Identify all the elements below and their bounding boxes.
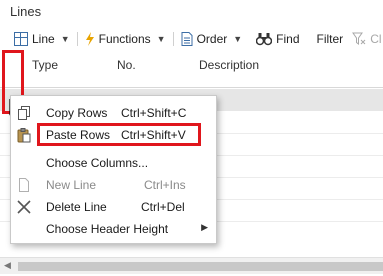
copy-icon [18,106,30,120]
column-header-type[interactable]: Type [32,58,58,72]
filter-label: Filter [316,32,344,46]
column-header-row: Type No. Description [0,52,383,88]
line-label: Line [32,32,55,46]
order-menu-button[interactable]: Order ▼ [181,26,243,52]
copy-rows-label: Copy Rows [46,106,108,120]
delete-x-icon [17,200,31,214]
toolbar-separator [172,32,174,46]
panel-title: Lines [10,4,42,19]
find-button[interactable]: Find [256,26,300,52]
chevron-down-icon: ▼ [156,34,166,44]
grid-icon [14,32,28,46]
choose-header-height-label: Choose Header Height [46,222,169,236]
binoculars-icon [256,33,273,46]
toolbar: Line ▼ Functions ▼ Order ▼ Find Filter C… [0,26,383,52]
column-header-no[interactable]: No. [117,58,136,72]
line-menu-button[interactable]: Line ▼ [14,26,70,52]
functions-label: Functions [98,32,151,46]
new-line-shortcut: Ctrl+Ins [144,178,186,192]
submenu-arrow-icon: ▶ [201,222,208,232]
paste-rows-highlight [37,123,201,146]
scrollbar-thumb[interactable] [18,262,383,271]
scroll-left-icon[interactable]: ◀ [4,260,11,271]
document-icon [181,32,193,46]
new-line-label: New Line [46,178,97,192]
clear-filter-icon [352,32,366,45]
find-label: Find [276,32,300,46]
lightning-icon [85,32,94,46]
filter-button[interactable]: Filter [317,26,344,52]
new-line-menu-item[interactable]: New Line Ctrl+Ins [11,174,218,196]
functions-menu-button[interactable]: Functions ▼ [85,26,166,52]
toolbar-separator [76,32,78,46]
choose-columns-menu-item[interactable]: Choose Columns... [11,152,218,174]
column-header-description[interactable]: Description [199,58,259,72]
chevron-down-icon: ▼ [60,34,70,44]
order-label: Order [196,32,228,46]
clear-filter-button[interactable]: Cl [352,26,382,52]
delete-line-shortcut: Ctrl+Del [141,200,185,214]
new-document-icon [19,178,29,192]
context-menu: Copy Rows Ctrl+Shift+C Paste Rows Ctrl+S… [10,95,217,244]
chevron-down-icon: ▼ [233,34,243,44]
choose-columns-label: Choose Columns... [46,156,149,170]
copy-rows-shortcut: Ctrl+Shift+C [121,106,187,120]
delete-line-menu-item[interactable]: Delete Line Ctrl+Del [11,196,218,218]
horizontal-scrollbar[interactable]: ◀ [0,257,383,274]
delete-line-label: Delete Line [46,200,107,214]
copy-rows-menu-item[interactable]: Copy Rows Ctrl+Shift+C [11,102,218,124]
paste-icon [17,128,31,143]
choose-header-height-menu-item[interactable]: Choose Header Height ▶ [11,218,218,240]
clear-filter-label: Cl [370,32,382,46]
